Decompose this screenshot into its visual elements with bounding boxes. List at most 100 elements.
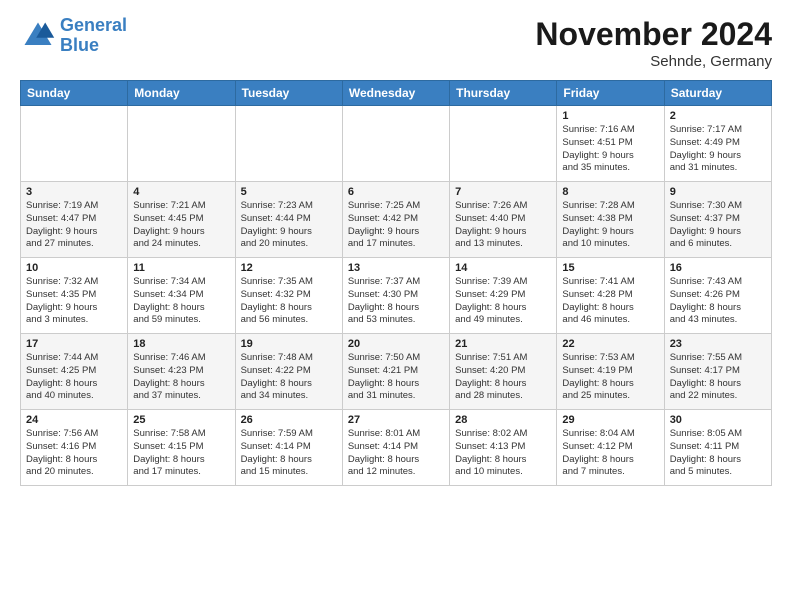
- day-info: Sunrise: 7:53 AM Sunset: 4:19 PM Dayligh…: [562, 352, 658, 403]
- month-title: November 2024: [535, 16, 772, 53]
- calendar-cell: 21 Sunrise: 7:51 AM Sunset: 4:20 PM Dayli…: [450, 334, 557, 410]
- day-info: Sunrise: 7:32 AM Sunset: 4:35 PM Dayligh…: [26, 276, 122, 327]
- calendar-cell: 22 Sunrise: 7:53 AM Sunset: 4:19 PM Dayli…: [557, 334, 664, 410]
- day-info: Sunrise: 7:55 AM Sunset: 4:17 PM Dayligh…: [670, 352, 766, 403]
- day-info: Sunrise: 7:50 AM Sunset: 4:21 PM Dayligh…: [348, 352, 444, 403]
- day-number: 26: [241, 414, 337, 426]
- day-info: Sunrise: 8:02 AM Sunset: 4:13 PM Dayligh…: [455, 428, 551, 479]
- day-info: Sunrise: 7:17 AM Sunset: 4:49 PM Dayligh…: [670, 124, 766, 175]
- calendar-body: 1 Sunrise: 7:16 AM Sunset: 4:51 PM Daylig…: [21, 106, 772, 486]
- calendar-cell: 23 Sunrise: 7:55 AM Sunset: 4:17 PM Dayli…: [664, 334, 771, 410]
- calendar-cell: 13 Sunrise: 7:37 AM Sunset: 4:30 PM Dayli…: [342, 258, 449, 334]
- day-number: 28: [455, 414, 551, 426]
- day-number: 9: [670, 186, 766, 198]
- day-number: 17: [26, 338, 122, 350]
- day-info: Sunrise: 7:23 AM Sunset: 4:44 PM Dayligh…: [241, 200, 337, 251]
- day-number: 11: [133, 262, 229, 274]
- calendar-cell: 4 Sunrise: 7:21 AM Sunset: 4:45 PM Daylig…: [128, 182, 235, 258]
- weekday-header-sunday: Sunday: [21, 81, 128, 106]
- day-info: Sunrise: 7:58 AM Sunset: 4:15 PM Dayligh…: [133, 428, 229, 479]
- day-info: Sunrise: 7:44 AM Sunset: 4:25 PM Dayligh…: [26, 352, 122, 403]
- calendar-cell: 26 Sunrise: 7:59 AM Sunset: 4:14 PM Dayli…: [235, 410, 342, 486]
- day-number: 25: [133, 414, 229, 426]
- logo-icon: [20, 18, 56, 54]
- calendar-cell: 8 Sunrise: 7:28 AM Sunset: 4:38 PM Daylig…: [557, 182, 664, 258]
- weekday-header-saturday: Saturday: [664, 81, 771, 106]
- calendar-cell: 15Sunrise: 7:41 AM Sunset: 4:28 PM Dayli…: [557, 258, 664, 334]
- day-info: Sunrise: 7:25 AM Sunset: 4:42 PM Dayligh…: [348, 200, 444, 251]
- calendar-cell: 7Sunrise: 7:26 AM Sunset: 4:40 PM Daylig…: [450, 182, 557, 258]
- day-info: Sunrise: 7:48 AM Sunset: 4:22 PM Dayligh…: [241, 352, 337, 403]
- day-number: 20: [348, 338, 444, 350]
- calendar-cell: 25 Sunrise: 7:58 AM Sunset: 4:15 PM Dayli…: [128, 410, 235, 486]
- day-info: Sunrise: 7:35 AM Sunset: 4:32 PM Dayligh…: [241, 276, 337, 327]
- calendar-cell: 24Sunrise: 7:56 AM Sunset: 4:16 PM Dayli…: [21, 410, 128, 486]
- day-info: Sunrise: 7:26 AM Sunset: 4:40 PM Dayligh…: [455, 200, 551, 251]
- day-info: Sunrise: 7:28 AM Sunset: 4:38 PM Dayligh…: [562, 200, 658, 251]
- weekday-header-thursday: Thursday: [450, 81, 557, 106]
- day-info: Sunrise: 7:46 AM Sunset: 4:23 PM Dayligh…: [133, 352, 229, 403]
- calendar-cell: 9Sunrise: 7:30 AM Sunset: 4:37 PM Daylig…: [664, 182, 771, 258]
- day-info: Sunrise: 8:05 AM Sunset: 4:11 PM Dayligh…: [670, 428, 766, 479]
- day-number: 22: [562, 338, 658, 350]
- page: General Blue November 2024 Sehnde, Germa…: [0, 0, 792, 496]
- logo-line1: General: [60, 15, 127, 35]
- calendar-cell: [21, 106, 128, 182]
- day-number: 12: [241, 262, 337, 274]
- day-info: Sunrise: 7:39 AM Sunset: 4:29 PM Dayligh…: [455, 276, 551, 327]
- calendar-cell: 19Sunrise: 7:48 AM Sunset: 4:22 PM Dayli…: [235, 334, 342, 410]
- calendar-cell: [450, 106, 557, 182]
- calendar-cell: 18Sunrise: 7:46 AM Sunset: 4:23 PM Dayli…: [128, 334, 235, 410]
- day-number: 3: [26, 186, 122, 198]
- calendar-cell: 1 Sunrise: 7:16 AM Sunset: 4:51 PM Daylig…: [557, 106, 664, 182]
- calendar-cell: 12 Sunrise: 7:35 AM Sunset: 4:32 PM Dayli…: [235, 258, 342, 334]
- day-number: 14: [455, 262, 551, 274]
- day-number: 10: [26, 262, 122, 274]
- day-info: Sunrise: 7:59 AM Sunset: 4:14 PM Dayligh…: [241, 428, 337, 479]
- day-number: 27: [348, 414, 444, 426]
- day-info: Sunrise: 7:51 AM Sunset: 4:20 PM Dayligh…: [455, 352, 551, 403]
- weekday-header-wednesday: Wednesday: [342, 81, 449, 106]
- week-row-3: 10 Sunrise: 7:32 AM Sunset: 4:35 PM Dayli…: [21, 258, 772, 334]
- calendar-cell: [342, 106, 449, 182]
- day-info: Sunrise: 7:37 AM Sunset: 4:30 PM Dayligh…: [348, 276, 444, 327]
- day-info: Sunrise: 7:16 AM Sunset: 4:51 PM Dayligh…: [562, 124, 658, 175]
- weekday-header-monday: Monday: [128, 81, 235, 106]
- calendar-cell: 27 Sunrise: 8:01 AM Sunset: 4:14 PM Dayli…: [342, 410, 449, 486]
- day-info: Sunrise: 7:19 AM Sunset: 4:47 PM Dayligh…: [26, 200, 122, 251]
- day-number: 13: [348, 262, 444, 274]
- weekday-header-friday: Friday: [557, 81, 664, 106]
- calendar-cell: 20 Sunrise: 7:50 AM Sunset: 4:21 PM Dayli…: [342, 334, 449, 410]
- day-number: 29: [562, 414, 658, 426]
- day-number: 4: [133, 186, 229, 198]
- day-number: 30: [670, 414, 766, 426]
- logo-line2: Blue: [60, 35, 99, 55]
- day-number: 6: [348, 186, 444, 198]
- weekday-header-row: SundayMondayTuesdayWednesdayThursdayFrid…: [21, 81, 772, 106]
- logo-text: General Blue: [60, 16, 127, 56]
- calendar-cell: 6 Sunrise: 7:25 AM Sunset: 4:42 PM Daylig…: [342, 182, 449, 258]
- calendar-cell: 29Sunrise: 8:04 AM Sunset: 4:12 PM Dayli…: [557, 410, 664, 486]
- day-info: Sunrise: 8:01 AM Sunset: 4:14 PM Dayligh…: [348, 428, 444, 479]
- day-info: Sunrise: 7:56 AM Sunset: 4:16 PM Dayligh…: [26, 428, 122, 479]
- day-number: 16: [670, 262, 766, 274]
- location: Sehnde, Germany: [535, 53, 772, 70]
- day-number: 8: [562, 186, 658, 198]
- header: General Blue November 2024 Sehnde, Germa…: [20, 16, 772, 70]
- weekday-header-tuesday: Tuesday: [235, 81, 342, 106]
- day-number: 1: [562, 110, 658, 122]
- week-row-2: 3 Sunrise: 7:19 AM Sunset: 4:47 PM Daylig…: [21, 182, 772, 258]
- calendar-cell: [235, 106, 342, 182]
- logo: General Blue: [20, 16, 127, 56]
- calendar-cell: 17 Sunrise: 7:44 AM Sunset: 4:25 PM Dayli…: [21, 334, 128, 410]
- calendar-cell: 14 Sunrise: 7:39 AM Sunset: 4:29 PM Dayli…: [450, 258, 557, 334]
- day-number: 2: [670, 110, 766, 122]
- calendar-cell: 5 Sunrise: 7:23 AM Sunset: 4:44 PM Daylig…: [235, 182, 342, 258]
- calendar-cell: 16Sunrise: 7:43 AM Sunset: 4:26 PM Dayli…: [664, 258, 771, 334]
- calendar-table: SundayMondayTuesdayWednesdayThursdayFrid…: [20, 80, 772, 486]
- day-number: 21: [455, 338, 551, 350]
- day-number: 5: [241, 186, 337, 198]
- week-row-1: 1 Sunrise: 7:16 AM Sunset: 4:51 PM Daylig…: [21, 106, 772, 182]
- day-number: 23: [670, 338, 766, 350]
- day-info: Sunrise: 7:21 AM Sunset: 4:45 PM Dayligh…: [133, 200, 229, 251]
